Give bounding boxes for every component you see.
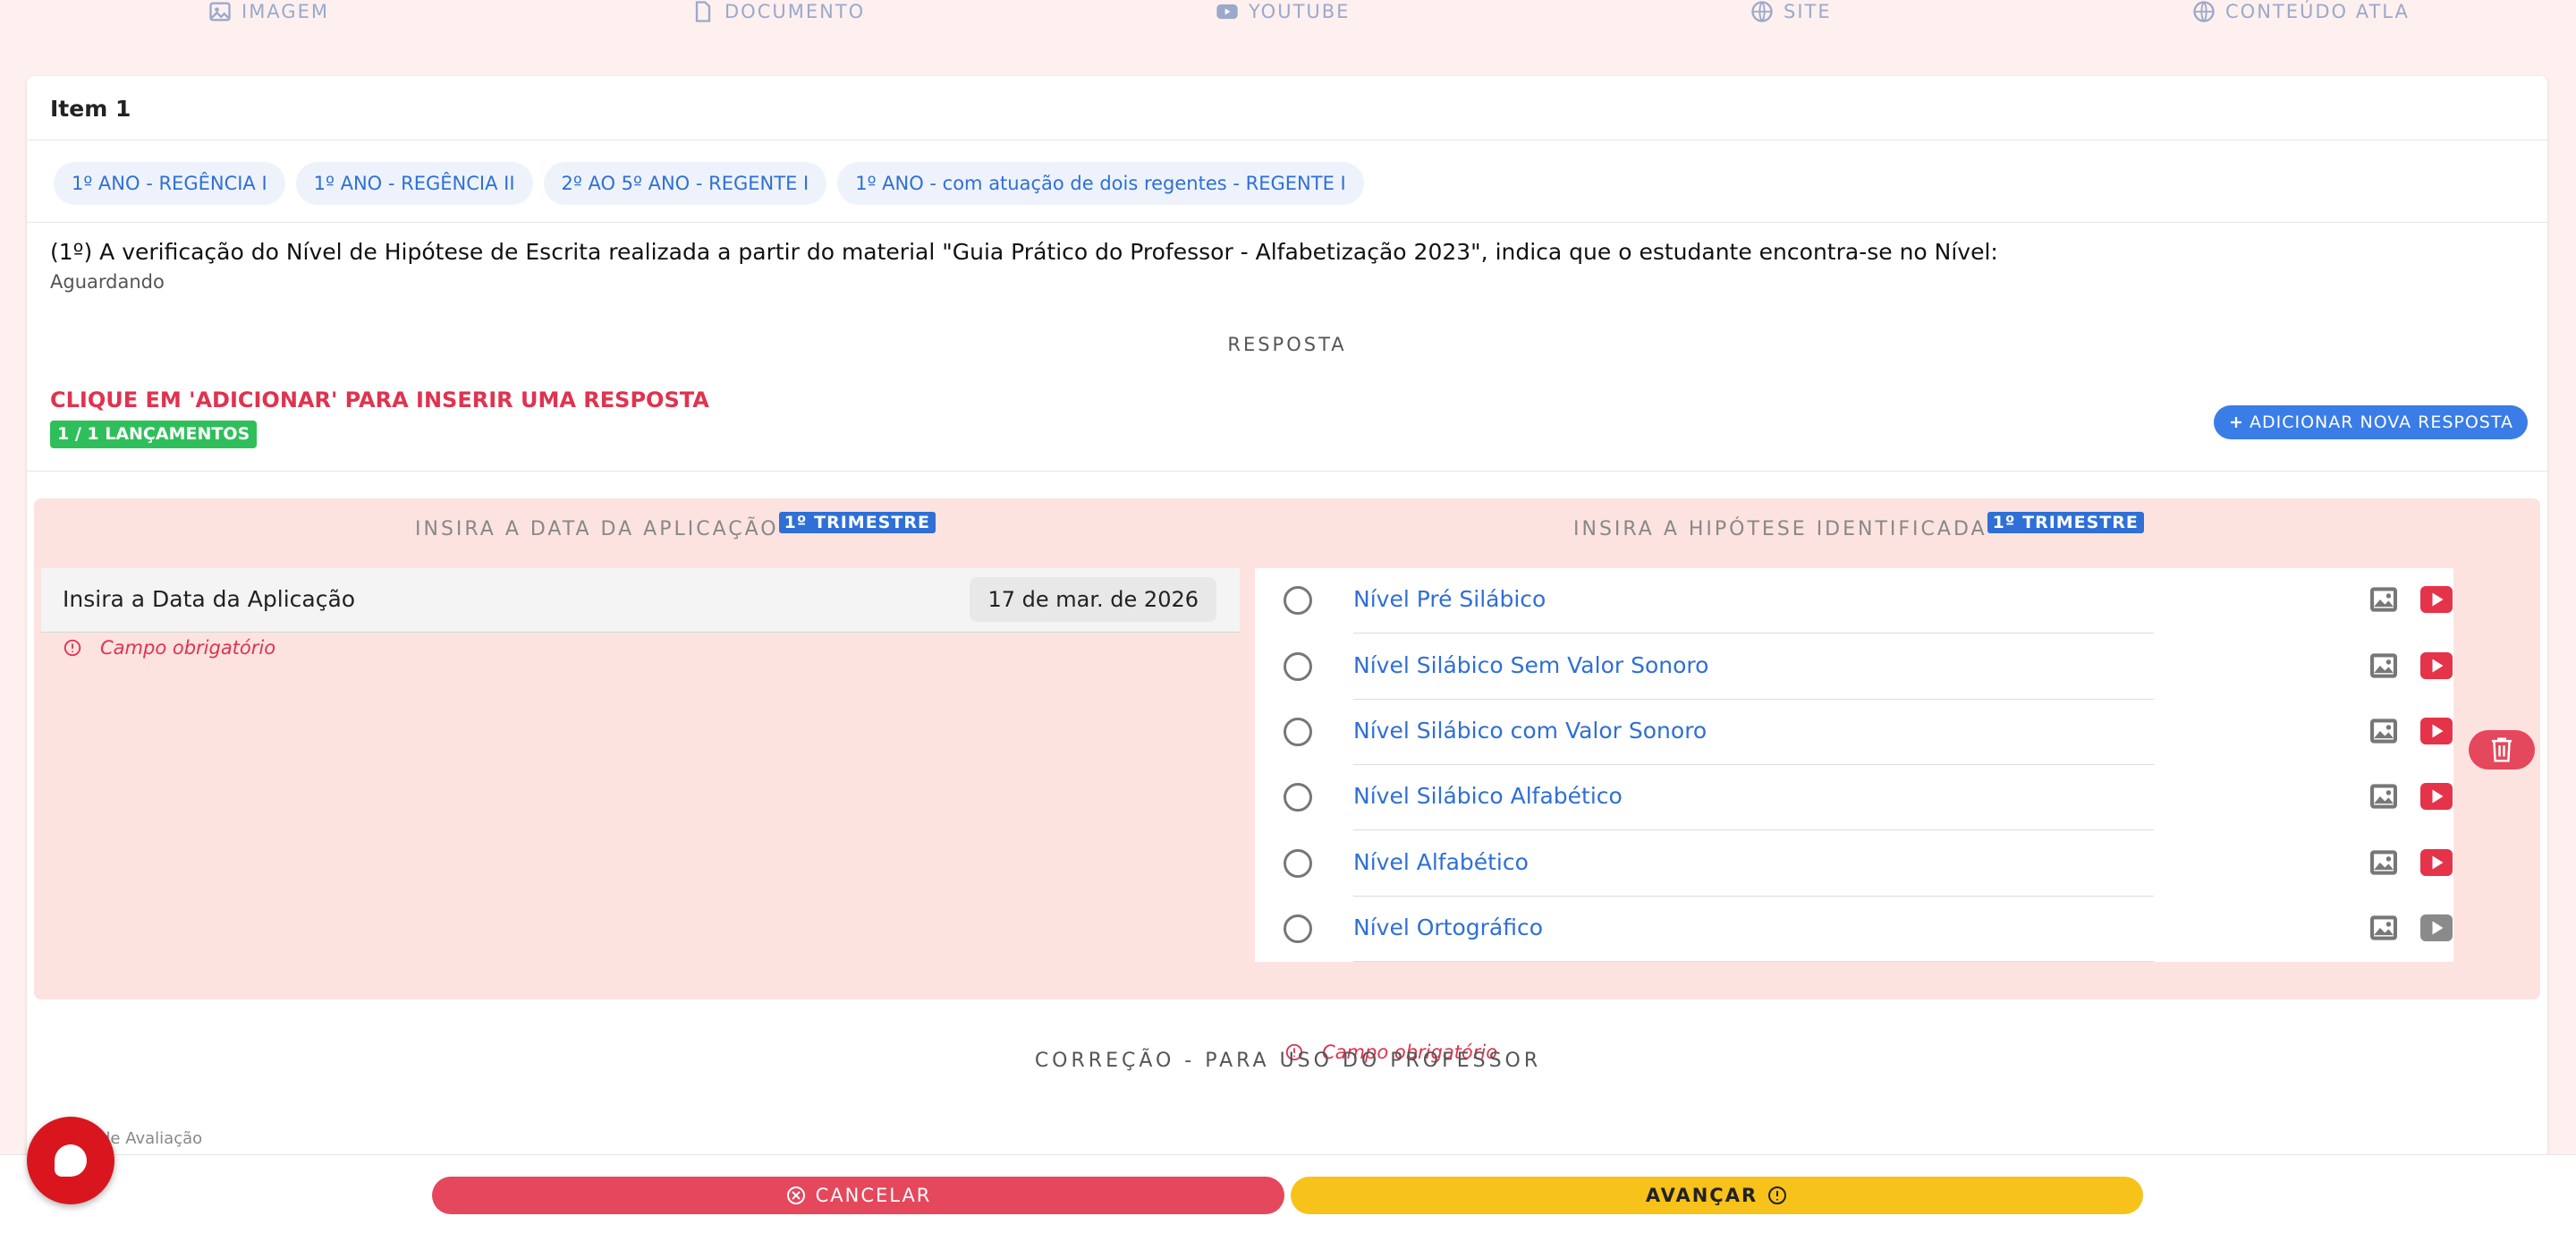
next-label: AVANÇAR — [1645, 1185, 1758, 1206]
image-icon — [209, 2, 231, 21]
add-response-button[interactable]: ADICIONAR NOVA RESPOSTA — [2213, 405, 2528, 439]
radio-button[interactable] — [1284, 849, 1312, 878]
chat-bubble-icon — [55, 1144, 87, 1177]
image-icon[interactable] — [2368, 652, 2399, 679]
tab-imagem-label: IMAGEM — [242, 1, 329, 22]
globe-icon — [1751, 1, 1773, 22]
date-heading: INSIRA A DATA DA APLICAÇÃO 1º TRIMESTRE — [415, 511, 936, 540]
image-icon[interactable] — [2368, 849, 2399, 876]
item-title: Item 1 — [50, 96, 131, 122]
question-text: (1º) A verificação do Nível de Hipótese … — [50, 239, 1998, 265]
divider — [27, 222, 2547, 223]
evaluation-field-label: de Avaliação — [100, 1129, 203, 1148]
delete-response-button[interactable] — [2469, 730, 2535, 770]
youtube-icon — [1216, 4, 1238, 20]
date-required-error: Campo obrigatório — [63, 637, 275, 659]
hypothesis-options: Nível Pré Silábico Nível Silábico Sem Va… — [1255, 568, 2453, 962]
cancel-label: CANCELAR — [815, 1185, 932, 1206]
date-required-text: Campo obrigatório — [100, 637, 276, 659]
trash-icon — [2491, 737, 2512, 762]
image-icon[interactable] — [2368, 914, 2399, 941]
tab-site-label: SITE — [1784, 1, 1832, 22]
alert-text: CLIQUE EM 'ADICIONAR' PARA INSERIR UMA R… — [50, 387, 709, 412]
answer-section: INSIRA A DATA DA APLICAÇÃO 1º TRIMESTRE … — [34, 498, 2540, 1063]
tab-youtube[interactable]: YOUTUBE — [1215, 0, 1350, 23]
date-heading-label: INSIRA A DATA DA APLICAÇÃO — [415, 518, 779, 540]
alert-circle-icon — [64, 639, 81, 657]
radio-button[interactable] — [1284, 652, 1312, 681]
image-icon[interactable] — [2368, 718, 2399, 744]
image-icon[interactable] — [2368, 586, 2399, 613]
option-alfabetico[interactable]: Nível Alfabético — [1255, 831, 2453, 897]
status-text: Aguardando — [50, 271, 165, 293]
youtube-icon[interactable] — [2420, 718, 2453, 744]
chip-group: 1º ANO - REGÊNCIA I 1º ANO - REGÊNCIA II… — [54, 162, 1364, 205]
divider — [27, 471, 2547, 472]
footer-bar: CANCELAR AVANÇAR — [0, 1154, 2576, 1233]
tab-imagem[interactable]: IMAGEM — [208, 0, 329, 23]
next-button[interactable]: AVANÇAR — [1291, 1177, 2143, 1214]
option-label[interactable]: Nível Silábico com Valor Sonoro — [1353, 718, 1707, 744]
close-circle-icon — [786, 1186, 805, 1204]
youtube-icon[interactable] — [2420, 652, 2453, 679]
correction-heading: CORREÇÃO - PARA USO DO PROFESSOR — [1034, 1050, 1542, 1072]
tab-site[interactable]: SITE — [1750, 0, 1832, 23]
trimester-badge: 1º TRIMESTRE — [778, 511, 936, 533]
plus-icon — [2230, 417, 2241, 428]
date-field[interactable]: Insira a Data da Aplicação 17 de mar. de… — [41, 568, 1240, 633]
option-label[interactable]: Nível Pré Silábico — [1353, 586, 1546, 612]
radio-button[interactable] — [1284, 783, 1312, 812]
tab-documento-label: DOCUMENTO — [724, 1, 866, 22]
youtube-icon[interactable] — [2420, 783, 2453, 810]
option-label[interactable]: Nível Alfabético — [1353, 849, 1529, 875]
option-ortografico[interactable]: Nível Ortográfico — [1255, 897, 2453, 962]
date-field-value[interactable]: 17 de mar. de 2026 — [970, 577, 1216, 622]
option-label[interactable]: Nível Silábico Sem Valor Sonoro — [1353, 652, 1708, 678]
option-divider — [1353, 829, 2154, 830]
trimester-badge: 1º TRIMESTRE — [1987, 511, 2144, 533]
chip-regencia-2[interactable]: 1º ANO - REGÊNCIA II — [295, 162, 533, 205]
radio-button[interactable] — [1284, 586, 1312, 615]
alert-circle-icon — [1768, 1186, 1787, 1204]
globe-icon — [2193, 1, 2215, 22]
add-response-label: ADICIONAR NOVA RESPOSTA — [2249, 412, 2513, 432]
option-divider — [1353, 961, 2154, 962]
radio-button[interactable] — [1284, 718, 1312, 746]
chat-button[interactable] — [27, 1117, 114, 1204]
youtube-icon[interactable] — [2420, 914, 2453, 941]
option-silabico-com-valor[interactable]: Nível Silábico com Valor Sonoro — [1255, 700, 2453, 765]
date-field-label: Insira a Data da Aplicação — [63, 586, 356, 612]
hypothesis-heading: INSIRA A HIPÓTESE IDENTIFICADA 1º TRIMES… — [1573, 511, 2144, 540]
tab-documento[interactable]: DOCUMENTO — [691, 0, 865, 23]
option-divider — [1353, 633, 2154, 634]
option-label[interactable]: Nível Ortográfico — [1353, 914, 1543, 940]
chip-regencia-1[interactable]: 1º ANO - REGÊNCIA I — [54, 162, 285, 205]
youtube-icon[interactable] — [2420, 586, 2453, 613]
chip-regente-2-5[interactable]: 2º AO 5º ANO - REGENTE I — [543, 162, 827, 205]
youtube-icon[interactable] — [2420, 849, 2453, 876]
option-silabico-sem-valor[interactable]: Nível Silábico Sem Valor Sonoro — [1255, 634, 2453, 700]
tab-conteudo-atla-label: CONTEÚDO ATLA — [2225, 1, 2410, 22]
cancel-button[interactable]: CANCELAR — [432, 1177, 1284, 1214]
resposta-heading: RESPOSTA — [1227, 334, 1347, 355]
option-label[interactable]: Nível Silábico Alfabético — [1353, 783, 1623, 809]
option-pre-silabico[interactable]: Nível Pré Silábico — [1255, 568, 2453, 634]
tab-conteudo-atla[interactable]: CONTEÚDO ATLA — [2191, 0, 2410, 23]
hypothesis-heading-label: INSIRA A HIPÓTESE IDENTIFICADA — [1573, 518, 1987, 540]
resource-tabs: IMAGEM DOCUMENTO YOUTUBE SITE CONTEÚDO A… — [0, 0, 2576, 27]
option-silabico-alfabetico[interactable]: Nível Silábico Alfabético — [1255, 765, 2453, 830]
image-icon[interactable] — [2368, 783, 2399, 810]
launches-badge: 1 / 1 LANÇAMENTOS — [50, 421, 258, 448]
radio-button[interactable] — [1284, 914, 1312, 943]
item-card: Item 1 1º ANO - REGÊNCIA I 1º ANO - REGÊ… — [27, 76, 2547, 1159]
chip-dois-regentes[interactable]: 1º ANO - com atuação de dois regentes - … — [837, 162, 1364, 205]
document-icon — [695, 1, 711, 22]
tab-youtube-label: YOUTUBE — [1249, 1, 1351, 22]
